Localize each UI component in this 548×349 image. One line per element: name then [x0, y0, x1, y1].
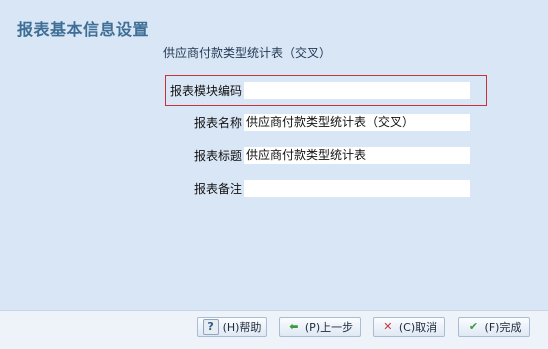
check-icon: ✔	[468, 320, 479, 333]
close-icon: ✕	[383, 320, 393, 333]
module-code-input[interactable]	[244, 81, 470, 99]
field-row-report-title: 报表标题 供应商付款类型统计表	[194, 144, 470, 166]
field-row-report-remark: 报表备注	[194, 177, 470, 199]
finish-button[interactable]: ✔ (F)完成	[458, 317, 530, 337]
help-button[interactable]: ? (H)帮助	[197, 317, 267, 337]
footer-bar: ? (H)帮助 ⬅ (P)上一步 ✕ (C)取消 ✔ (F)完成	[0, 310, 548, 349]
report-remark-input[interactable]	[244, 179, 470, 197]
help-button-label: (H)帮助	[222, 321, 262, 334]
field-label-report-remark: 报表备注	[194, 181, 243, 196]
cancel-button-label: (C)取消	[398, 321, 438, 334]
prev-button-label: (P)上一步	[304, 321, 354, 334]
arrow-left-icon: ⬅	[289, 320, 299, 333]
help-icon: ?	[202, 319, 219, 335]
field-label-report-title: 报表标题	[194, 148, 243, 163]
field-row-module-code: 报表模块编码	[170, 79, 470, 101]
finish-button-label: (F)完成	[484, 321, 522, 334]
field-row-report-name: 报表名称 供应商付款类型统计表（交叉）	[194, 111, 470, 133]
field-label-module-code: 报表模块编码	[170, 83, 243, 98]
report-title-input[interactable]: 供应商付款类型统计表	[244, 146, 470, 164]
report-subtitle: 供应商付款类型统计表（交叉）	[163, 46, 332, 60]
page-title: 报表基本信息设置	[17, 20, 150, 39]
field-label-report-name: 报表名称	[194, 115, 243, 130]
prev-button[interactable]: ⬅ (P)上一步	[279, 317, 361, 337]
report-name-input[interactable]: 供应商付款类型统计表（交叉）	[244, 113, 470, 131]
cancel-button[interactable]: ✕ (C)取消	[373, 317, 445, 337]
